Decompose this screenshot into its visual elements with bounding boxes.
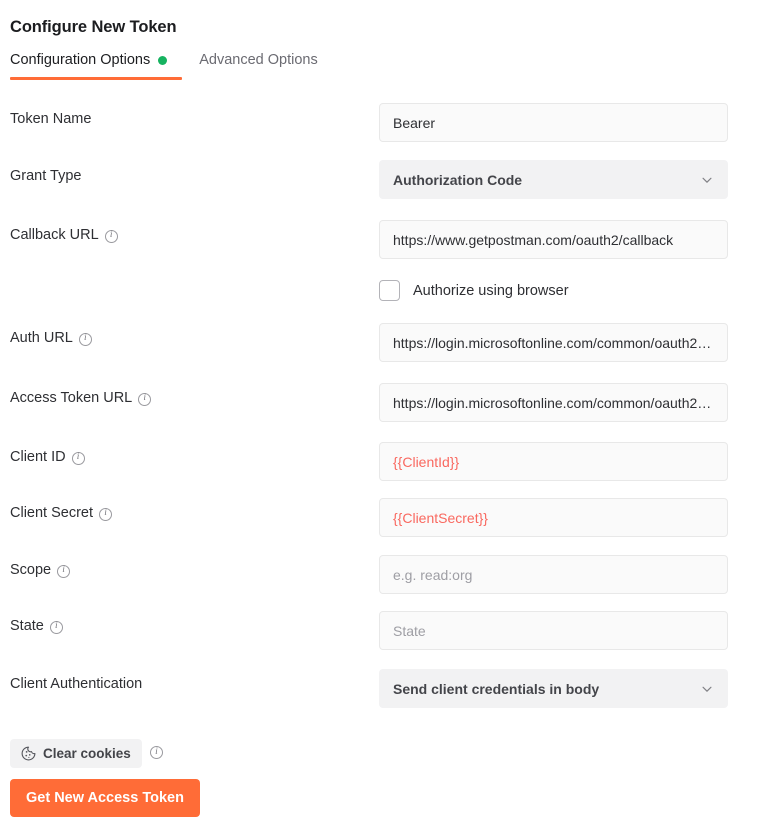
- tab-advanced-options[interactable]: Advanced Options: [199, 52, 318, 70]
- field-label: Client Authentication: [10, 676, 142, 692]
- info-icon[interactable]: i: [99, 508, 112, 521]
- tab-label: Advanced Options: [199, 52, 318, 68]
- info-icon[interactable]: i: [138, 393, 151, 406]
- active-tab-underline: [10, 77, 182, 80]
- field-label: Client Secret i: [10, 505, 112, 521]
- get-new-access-token-label: Get New Access Token: [26, 790, 184, 806]
- cookie-icon: [21, 746, 36, 761]
- chevron-down-icon: [700, 173, 714, 187]
- info-icon[interactable]: i: [79, 333, 92, 346]
- info-icon[interactable]: i: [57, 565, 70, 578]
- checkbox-label: Authorize using browser: [413, 283, 569, 299]
- access-token-url-input[interactable]: https://login.microsoftonline.com/common…: [379, 383, 728, 422]
- oauth2-token-config-panel: Configure New Token Configuration Option…: [0, 0, 763, 828]
- field-label: Auth URL i: [10, 330, 92, 346]
- field-label: Scope i: [10, 562, 70, 578]
- page-title: Configure New Token: [10, 18, 176, 37]
- field-label: Access Token URL i: [10, 390, 151, 406]
- field-label: Client ID i: [10, 449, 85, 465]
- info-icon[interactable]: i: [150, 746, 163, 759]
- grant-type-select[interactable]: Authorization Code: [379, 160, 728, 199]
- clear-cookies-label: Clear cookies: [43, 746, 131, 761]
- field-label: Callback URL i: [10, 227, 118, 243]
- field-label: State i: [10, 618, 63, 634]
- callback-url-input[interactable]: https://www.getpostman.com/oauth2/callba…: [379, 220, 728, 259]
- authorize-using-browser-row[interactable]: Authorize using browser: [379, 280, 569, 301]
- status-dot-icon: [158, 56, 167, 65]
- info-icon[interactable]: i: [50, 621, 63, 634]
- get-new-access-token-button[interactable]: Get New Access Token: [10, 779, 200, 817]
- scope-input[interactable]: e.g. read:org: [379, 555, 728, 594]
- client-authentication-select[interactable]: Send client credentials in body: [379, 669, 728, 708]
- tab-configuration-options[interactable]: Configuration Options: [10, 52, 167, 70]
- token-name-input[interactable]: Bearer: [379, 103, 728, 142]
- field-label: Token Name: [10, 111, 91, 127]
- client-secret-input[interactable]: {{ClientSecret}}: [379, 498, 728, 537]
- tab-label: Configuration Options: [10, 52, 150, 68]
- chevron-down-icon: [700, 682, 714, 696]
- state-input[interactable]: State: [379, 611, 728, 650]
- field-label: Grant Type: [10, 168, 81, 184]
- tab-bar: Configuration Options Advanced Options: [10, 52, 318, 70]
- info-icon[interactable]: i: [72, 452, 85, 465]
- authorize-using-browser-checkbox[interactable]: [379, 280, 400, 301]
- clear-cookies-button[interactable]: Clear cookies: [10, 739, 142, 768]
- client-id-input[interactable]: {{ClientId}}: [379, 442, 728, 481]
- info-icon[interactable]: i: [105, 230, 118, 243]
- auth-url-input[interactable]: https://login.microsoftonline.com/common…: [379, 323, 728, 362]
